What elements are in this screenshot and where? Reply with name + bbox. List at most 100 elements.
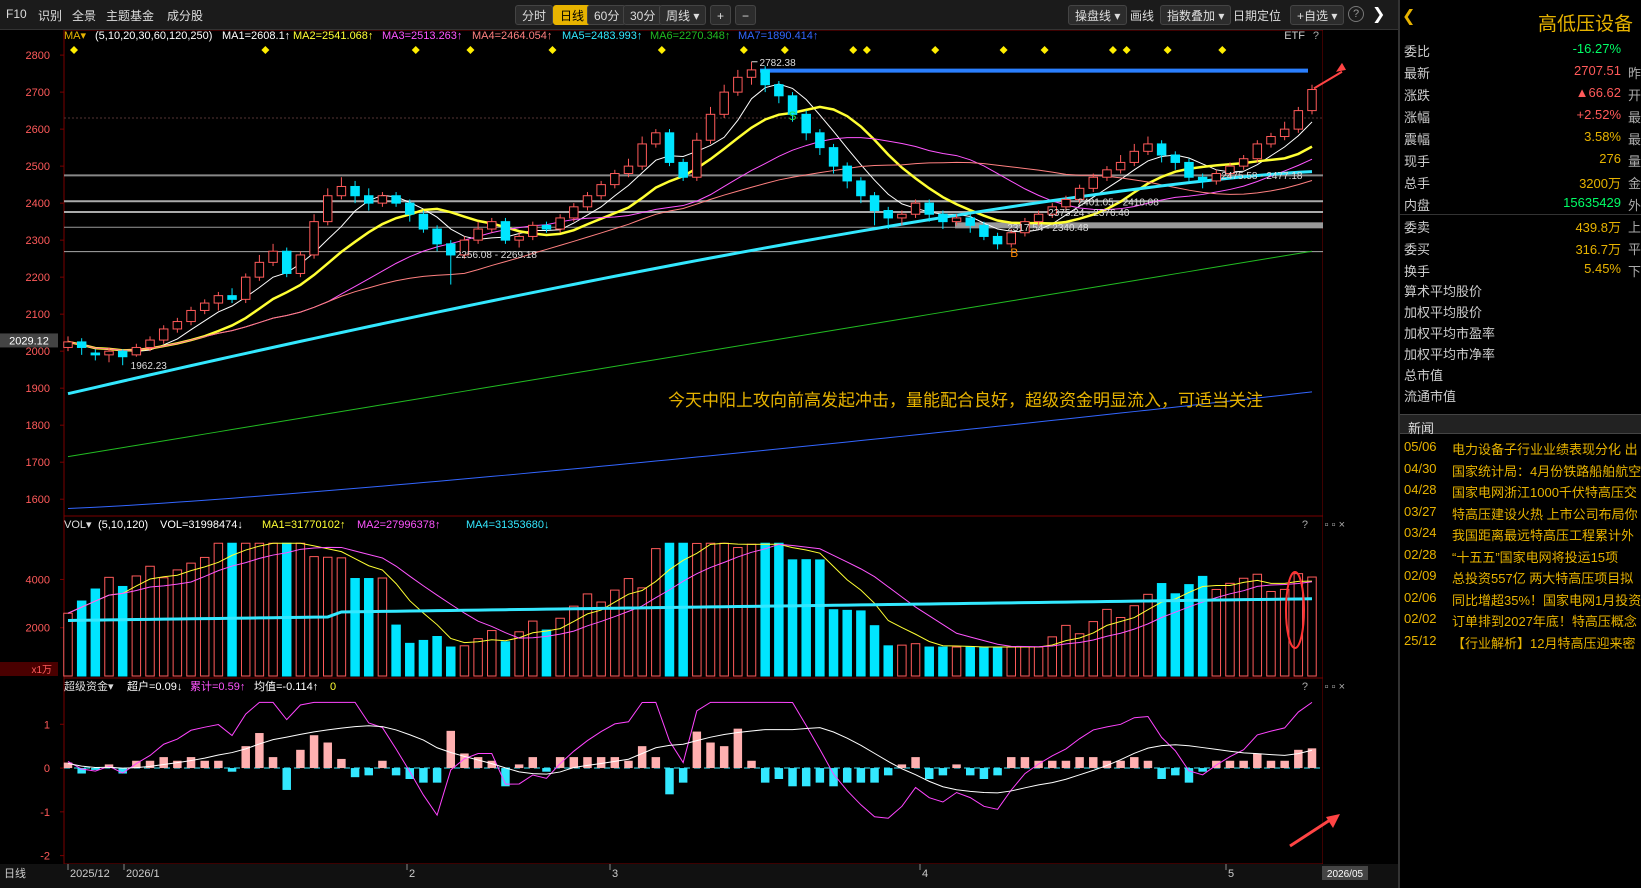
fund-bar — [979, 768, 989, 779]
fund-bar — [268, 757, 278, 769]
index-overlay-button[interactable]: 指数叠加 ▾ — [1160, 5, 1232, 25]
candle-body — [596, 184, 606, 197]
news-headline: 同比增超35%！国家电网1月投资 — [1452, 592, 1641, 608]
operation-line-button[interactable]: 操盘线 ▾ — [1068, 5, 1128, 25]
candle-body — [678, 161, 688, 178]
help-icon[interactable]: ? — [1348, 6, 1364, 22]
news-item[interactable]: 04/28 国家电网浙江1000千伏特高压交 — [1400, 479, 1641, 501]
candle-body — [938, 213, 948, 223]
volume-bar — [76, 600, 87, 677]
date-axis-label: 5 — [1228, 868, 1234, 880]
period-intraday-button[interactable]: 分时 — [515, 5, 554, 25]
theme-fund-tab[interactable]: 主题基金 — [106, 7, 154, 24]
news-item[interactable]: 02/02 订单排到2027年底！特高压概念 — [1400, 608, 1641, 630]
fund-bar — [938, 768, 948, 776]
components-tab[interactable]: 成分股 — [167, 7, 203, 24]
y-tick-label: 2000 — [26, 346, 50, 358]
fund-bar — [815, 768, 825, 783]
volume-bar — [733, 547, 743, 677]
news-headline: 电力设备子行业业绩表现分化 出 — [1452, 442, 1638, 457]
order-value: 5.45% — [1584, 261, 1621, 276]
quote-value: -16.27% — [1572, 41, 1621, 56]
volume-bar — [965, 646, 975, 677]
ma120-line — [67, 250, 1313, 458]
signal-diamond — [261, 46, 270, 54]
news-item[interactable]: 25/12 【行业解析】12月特高压迎来密 — [1400, 630, 1641, 652]
fund-bar — [255, 733, 264, 769]
overview-tab[interactable]: 全景 — [72, 7, 96, 24]
watchlist-label: +自选 — [1297, 9, 1329, 23]
fund-bar — [883, 768, 893, 776]
period-daily-button[interactable]: 日线 — [553, 5, 592, 25]
news-headline: “十五五”国家电网将投运15项 — [1452, 549, 1619, 565]
candle-body — [541, 224, 552, 230]
news-item[interactable]: 02/06 同比增超35%！国家电网1月投资 — [1400, 587, 1641, 609]
main-panel-frame — [63, 30, 1324, 517]
signal-diamond — [780, 46, 789, 54]
news-headline: 我国距离最远特高压工程累计外 — [1452, 528, 1635, 543]
volume-bar — [664, 542, 675, 677]
quote-key: 内盘 — [1404, 198, 1431, 213]
candle-body — [883, 210, 893, 219]
fund-bar — [1239, 760, 1248, 769]
news-item[interactable]: 02/28 “十五五”国家电网将投运15项 — [1400, 544, 1641, 566]
news-item[interactable]: 03/24 我国距离最远特高压工程累计外 — [1400, 522, 1641, 544]
candle-body — [1238, 158, 1249, 167]
sector-title: 高低压设备 — [1537, 14, 1633, 35]
volume-bar — [869, 625, 880, 677]
signal-diamond — [1040, 46, 1049, 54]
draw-line-button[interactable]: 画线 — [1130, 7, 1154, 24]
signal-diamond — [1218, 46, 1227, 54]
volume-bar — [569, 605, 579, 677]
period-30min-button[interactable]: 30分 — [623, 5, 663, 25]
volume-bar — [705, 542, 716, 677]
candle-body — [1252, 143, 1263, 160]
chevron-down-icon: ▾ — [1331, 9, 1338, 23]
quote-row: 委比 -16.27% — [1400, 38, 1641, 60]
date-locate-button[interactable]: 日期定位 — [1233, 7, 1281, 24]
candle-body — [1088, 176, 1099, 189]
volume-bar — [815, 559, 825, 677]
ma-header-text: MA▾ — [64, 30, 87, 42]
watchlist-button[interactable]: +自选 ▾ — [1290, 5, 1345, 25]
quote-extra: 昨 — [1627, 66, 1641, 81]
fund-bar — [842, 768, 852, 783]
news-headline: 国家统计局：4月份铁路船舶航空 — [1452, 463, 1641, 479]
quote-value: 15635429 — [1563, 195, 1621, 210]
volume-bar — [1266, 590, 1276, 677]
news-item[interactable]: 02/09 总投资557亿 两大特高压项目拟 — [1400, 565, 1641, 587]
quote-value: +2.52% — [1576, 107, 1621, 122]
fund-name: 超级资金▾ — [64, 679, 114, 693]
zoom-out-button[interactable]: − — [735, 5, 757, 25]
news-item[interactable]: 05/06 电力设备子行业业绩表现分化 出 — [1400, 436, 1641, 458]
zoom-in-button[interactable]: + — [710, 5, 732, 25]
volume-bar — [145, 565, 155, 677]
candle-body — [1197, 176, 1208, 182]
candle-body — [733, 76, 743, 93]
news-date: 03/24 — [1404, 525, 1437, 540]
volume-bar — [227, 542, 237, 677]
fund-a: 超户=0.09↓ — [127, 679, 182, 693]
candle-body — [569, 206, 579, 219]
chart-area[interactable]: MA▾ (5,10,20,30,60,120,250) MA1=2608.1↑ MA2… — [0, 30, 1398, 888]
volume-bar — [1088, 621, 1099, 677]
fund-bar — [651, 757, 661, 769]
f10-tab[interactable]: F10 — [6, 7, 27, 21]
collapse-panel-icon[interactable]: ❯ — [1372, 4, 1385, 24]
date-axis-label: 2026/1 — [126, 868, 160, 880]
candle-body — [1279, 128, 1290, 138]
back-arrow-icon[interactable]: ❮ — [1402, 6, 1415, 26]
fund-bar — [542, 768, 551, 772]
news-item[interactable]: 04/30 国家统计局：4月份铁路船舶航空 — [1400, 458, 1641, 480]
stat-labels: 算术平均股价 加权平均股价 加权平均市盈率 加权平均市净率 总市值 流通市值 — [1400, 281, 1641, 411]
fund-bar — [296, 749, 305, 769]
quote-row: 现手 276 量 — [1400, 148, 1641, 170]
period-60min-button[interactable]: 60分 — [587, 5, 627, 25]
candle-body — [692, 139, 702, 178]
vol-tick-label: 2000 — [26, 623, 50, 635]
quote-value: 276 — [1599, 151, 1621, 166]
period-weekly-button[interactable]: 周线 ▾ — [659, 5, 707, 25]
quote-row: 涨跌 ▲66.62 开 — [1400, 82, 1641, 104]
news-item[interactable]: 03/27 特高压建设火热 上市公司布局你 — [1400, 501, 1641, 523]
identify-tab[interactable]: 识别 — [38, 7, 62, 24]
